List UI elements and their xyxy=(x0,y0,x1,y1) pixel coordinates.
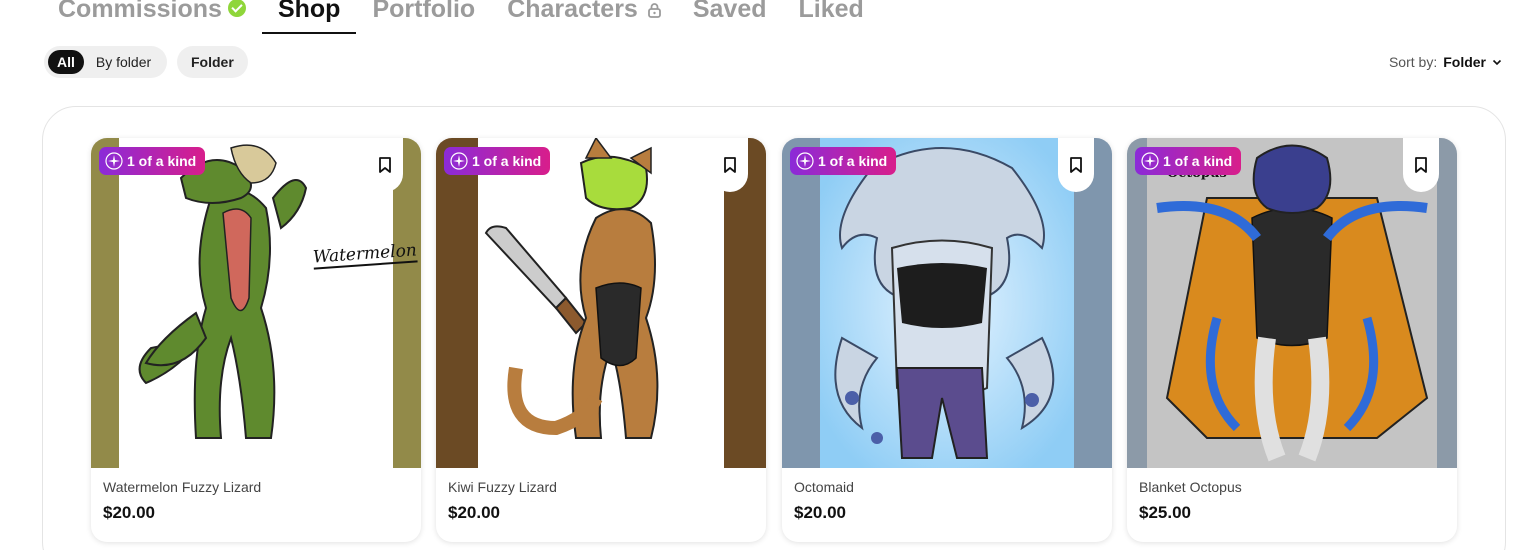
view-toggle: All By folder xyxy=(44,46,168,78)
bookmark-icon xyxy=(1070,157,1082,173)
tab-characters[interactable]: Characters xyxy=(507,0,661,34)
item-artwork: Watermelon xyxy=(91,138,421,468)
tab-liked[interactable]: Liked xyxy=(799,0,864,34)
one-of-a-kind-badge: 1 of a kind xyxy=(790,147,897,175)
shop-item-card[interactable]: 1 of a kind Kiwi Fuzzy Lizard $20.00 xyxy=(436,138,766,542)
badge-label: 1 of a kind xyxy=(472,153,542,169)
verified-check-icon xyxy=(227,0,246,17)
one-of-a-kind-badge: 1 of a kind xyxy=(444,147,551,175)
sparkle-icon xyxy=(1141,152,1159,170)
item-title[interactable]: Watermelon Fuzzy Lizard xyxy=(103,479,261,495)
item-price: $25.00 xyxy=(1139,503,1191,522)
shop-item-card[interactable]: Octopus 1 of a kind Blanket Octopus $25.… xyxy=(1127,138,1457,542)
tab-label: Portfolio xyxy=(372,0,476,23)
item-artwork xyxy=(782,138,1112,468)
item-price: $20.00 xyxy=(794,503,846,522)
sparkle-icon xyxy=(796,152,814,170)
badge-label: 1 of a kind xyxy=(127,153,197,169)
folder-chip[interactable]: Folder xyxy=(177,46,248,78)
item-title[interactable]: Octomaid xyxy=(794,479,854,495)
item-price: $20.00 xyxy=(448,503,500,522)
tab-label: Commissions xyxy=(58,0,222,23)
item-title[interactable]: Kiwi Fuzzy Lizard xyxy=(448,479,557,495)
item-title[interactable]: Blanket Octopus xyxy=(1139,479,1242,495)
bookmark-icon xyxy=(724,157,736,173)
tab-portfolio[interactable]: Portfolio xyxy=(372,0,475,34)
item-artwork: Octopus xyxy=(1127,138,1457,468)
sort-dropdown[interactable]: Sort by: Folder xyxy=(1389,54,1502,70)
sort-label: Sort by: xyxy=(1388,54,1438,70)
chevron-down-icon xyxy=(1492,59,1502,66)
bookmark-button[interactable] xyxy=(1058,138,1094,192)
one-of-a-kind-badge: 1 of a kind xyxy=(99,147,206,175)
tab-label: Characters xyxy=(507,0,638,23)
item-artwork xyxy=(436,138,766,468)
shop-item-card[interactable]: Watermelon 1 of a kind Watermelon Fuzzy … xyxy=(91,138,421,542)
badge-label: 1 of a kind xyxy=(818,153,888,169)
tab-shop[interactable]: Shop xyxy=(261,0,357,34)
bookmark-button[interactable] xyxy=(367,138,403,192)
shop-item-card[interactable]: 1 of a kind Octomaid $20.00 xyxy=(782,138,1112,542)
one-of-a-kind-badge: 1 of a kind xyxy=(1135,147,1242,175)
item-price: $20.00 xyxy=(103,503,155,522)
tab-commissions[interactable]: Commissions xyxy=(58,0,246,34)
tab-label: Shop xyxy=(277,0,341,23)
sparkle-icon xyxy=(105,152,123,170)
tab-label: Liked xyxy=(798,0,864,23)
tab-label: Saved xyxy=(692,0,767,23)
bookmark-icon xyxy=(1415,157,1427,173)
badge-label: 1 of a kind xyxy=(1163,153,1233,169)
lock-icon xyxy=(647,2,661,18)
bookmark-button[interactable] xyxy=(1403,138,1439,192)
sparkle-icon xyxy=(450,152,468,170)
filter-all-button[interactable]: All xyxy=(48,50,84,74)
tab-saved[interactable]: Saved xyxy=(693,0,767,34)
bookmark-button[interactable] xyxy=(712,138,748,192)
profile-tabs: Commissions Shop Portfolio Characters Sa… xyxy=(58,0,896,34)
bookmark-icon xyxy=(379,157,391,173)
filter-by-folder-button[interactable]: By folder xyxy=(84,50,163,74)
sort-value: Folder xyxy=(1443,54,1486,70)
